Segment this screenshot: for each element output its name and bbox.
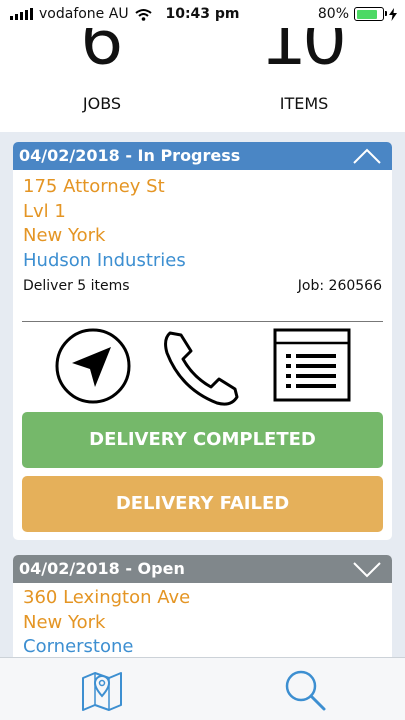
- job-number: Job: 260566: [297, 278, 382, 294]
- address-line: New York: [23, 611, 106, 633]
- charging-icon: [389, 7, 397, 21]
- phone-icon[interactable]: [161, 327, 241, 407]
- chevron-down-icon[interactable]: [352, 560, 382, 578]
- address-line: 175 Attorney St: [23, 176, 165, 197]
- address-line: 360 Lexington Ave: [23, 587, 191, 608]
- status-bar: vodafone AU 10:43 pm 80%: [0, 0, 405, 28]
- job-date-status: 04/02/2018 - Open: [19, 559, 185, 578]
- job-actions: [13, 327, 392, 411]
- battery-percent: 80%: [317, 6, 349, 22]
- job-card-header[interactable]: 04/02/2018 - In Progress: [13, 142, 392, 170]
- company-name: Hudson Industries: [23, 249, 186, 271]
- navigation-arrow-icon[interactable]: [54, 327, 132, 405]
- job-card-header[interactable]: 04/02/2018 - Open: [13, 555, 392, 583]
- search-icon[interactable]: [283, 668, 327, 712]
- battery-icon: [354, 7, 387, 21]
- address-line: New York: [23, 225, 106, 246]
- map-pin-icon[interactable]: [80, 668, 124, 712]
- delivery-failed-button[interactable]: DELIVERY FAILED: [22, 476, 383, 532]
- list-icon[interactable]: [272, 327, 352, 403]
- address-line: Lvl 1: [23, 200, 66, 222]
- divider: [22, 321, 383, 322]
- delivery-info: Deliver 5 items Job: 260566: [13, 273, 392, 294]
- tab-bar: [0, 657, 405, 720]
- company-name: Cornerstone: [23, 636, 134, 657]
- job-date-status: 04/02/2018 - In Progress: [19, 146, 241, 165]
- delivery-completed-button[interactable]: DELIVERY COMPLETED: [22, 412, 383, 468]
- job-address: 360 Lexington Ave New York Cornerstone: [13, 583, 392, 660]
- chevron-up-icon[interactable]: [352, 147, 382, 165]
- job-card[interactable]: 04/02/2018 - In Progress 175 Attorney St…: [13, 142, 392, 540]
- job-address: 175 Attorney St Lvl 1 New York Hudson In…: [13, 170, 392, 273]
- jobs-label: JOBS: [82, 94, 122, 113]
- items-label: ITEMS: [279, 94, 329, 113]
- deliver-items: Deliver 5 items: [23, 278, 130, 294]
